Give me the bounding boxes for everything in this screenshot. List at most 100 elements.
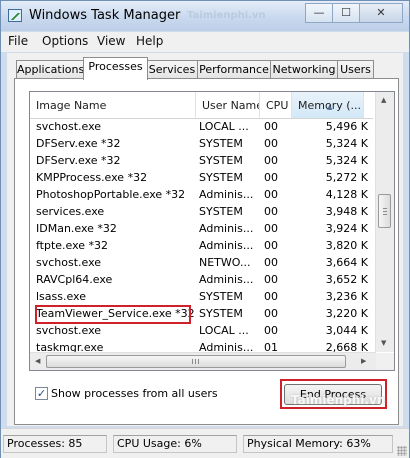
cell-user-name: LOCAL ... [199,324,249,337]
watermark: Taimienphi.vn [291,393,386,407]
cell-memory: 3,924 K [325,222,368,235]
menu-bar: File Options View Help [1,32,409,52]
cell-memory: 3,220 K [325,307,368,320]
table-row[interactable]: svchost.exe LOCAL ... 00 5,496 K [30,119,373,136]
cell-user-name: LOCAL ... [199,120,249,133]
table-row[interactable]: lsass.exe SYSTEM 00 3,236 K [30,289,373,306]
process-list-header: Image Name User Name CPU ▲ Memory (... [30,92,373,119]
scroll-up-arrow-icon[interactable]: ▲ [381,96,386,104]
show-all-users-checkbox[interactable]: ✓ [35,387,48,400]
cell-image-name: DFServ.exe *32 [36,137,121,150]
table-row[interactable]: DFServ.exe *32 SYSTEM 00 5,324 K [30,136,373,153]
cell-image-name: RAVCpl64.exe [36,273,113,286]
cell-memory: 3,820 K [325,239,368,252]
cell-user-name: SYSTEM [199,290,243,303]
cell-cpu: 00 [264,171,278,184]
cell-user-name: SYSTEM [199,307,243,320]
process-list[interactable]: Image Name User Name CPU ▲ Memory (... s… [29,91,395,371]
cell-image-name: IDMan.exe *32 [36,222,117,235]
cell-cpu: 00 [264,137,278,150]
cell-memory: 3,664 K [325,256,368,269]
scroll-down-arrow-icon[interactable]: ▼ [381,339,386,347]
status-bar: Processes: 85 CPU Usage: 6% Physical Mem… [1,428,409,458]
horizontal-scroll-thumb[interactable] [46,355,346,368]
cell-memory: 4,128 K [325,188,368,201]
horizontal-scrollbar[interactable]: ◀ ▶ [30,352,376,370]
tab-networking[interactable]: Networking [270,60,338,79]
cell-memory: 3,044 K [325,324,368,337]
cell-user-name: SYSTEM [199,171,243,184]
resize-grip-icon[interactable] [397,446,407,456]
status-physical-memory: Physical Memory: 63% [243,435,393,453]
task-manager-window: Windows Task Manager Taimienphi.vn — ☐ ✕… [0,0,410,458]
cell-cpu: 00 [264,222,278,235]
maximize-button[interactable]: ☐ [332,3,360,23]
cell-cpu: 00 [264,256,278,269]
cell-image-name: PhotoshopPortable.exe *32 [36,188,186,201]
tab-services[interactable]: Services [146,60,198,79]
tab-applications[interactable]: Applications [16,60,84,79]
table-row[interactable]: PhotoshopPortable.exe *32 Adminis... 00 4,1… [30,187,373,204]
cell-user-name: NETWO... [199,256,251,269]
cell-image-name: svchost.exe [36,120,102,133]
column-cpu[interactable]: CPU [260,92,292,118]
cell-user-name: SYSTEM [199,137,243,150]
table-row[interactable]: svchost.exe NETWO... 00 3,664 K [30,255,373,272]
tab-processes[interactable]: Processes [83,57,148,80]
menu-help[interactable]: Help [136,34,163,48]
menu-options[interactable]: Options [42,34,88,48]
tab-performance[interactable]: Performance [197,60,271,79]
cell-memory: 3,948 K [325,205,368,218]
scroll-corner [376,353,394,370]
title-bar[interactable]: Windows Task Manager Taimienphi.vn — ☐ ✕ [1,1,409,31]
cell-user-name: Adminis... [199,222,254,235]
cell-cpu: 00 [264,324,278,337]
highlight-box-teamviewer [35,305,191,324]
cell-image-name: ftpte.exe *32 [36,239,109,252]
cell-cpu: 00 [264,154,278,167]
cell-memory: 3,236 K [325,290,368,303]
table-row[interactable]: DFServ.exe *32 SYSTEM 00 5,324 K [30,153,373,170]
column-image-name[interactable]: Image Name [30,92,196,118]
table-row[interactable]: KMPProcess.exe *32 SYSTEM 00 5,272 K [30,170,373,187]
table-row[interactable]: svchost.exe LOCAL ... 00 3,044 K [30,323,373,340]
cell-cpu: 00 [264,120,278,133]
window-title: Windows Task Manager [29,8,181,23]
column-memory[interactable]: ▲ Memory (... [292,92,364,118]
task-manager-icon [8,9,22,22]
cell-memory: 3,652 K [325,273,368,286]
cell-image-name: services.exe [36,205,105,218]
cell-image-name: DFServ.exe *32 [36,154,121,167]
column-user-name[interactable]: User Name [196,92,260,118]
table-row[interactable]: IDMan.exe *32 Adminis... 00 3,924 K [30,221,373,238]
cell-memory: 5,324 K [325,137,368,150]
cell-cpu: 00 [264,188,278,201]
vertical-scroll-thumb[interactable] [378,194,391,228]
watermark-top: Taimienphi.vn [187,10,266,21]
show-all-users-label[interactable]: Show processes from all users [51,387,218,400]
cell-cpu: 00 [264,307,278,320]
table-row[interactable]: RAVCpl64.exe Adminis... 00 3,652 K [30,272,373,289]
minimize-button[interactable]: — [305,3,333,23]
menu-file[interactable]: File [8,34,28,48]
table-row[interactable]: ftpte.exe *32 Adminis... 00 3,820 K [30,238,373,255]
status-processes: Processes: 85 [3,435,107,453]
menu-view[interactable]: View [97,34,125,48]
cell-image-name: svchost.exe [36,256,102,269]
cell-cpu: 00 [264,273,278,286]
scroll-left-arrow-icon[interactable]: ◀ [35,357,40,365]
sort-arrow-icon: ▲ [327,103,333,111]
cell-memory: 5,324 K [325,154,368,167]
cell-cpu: 00 [264,205,278,218]
cell-cpu: 00 [264,239,278,252]
vertical-scrollbar[interactable]: ▲ ▼ [375,92,394,352]
cell-image-name: lsass.exe [36,290,86,303]
close-button[interactable]: ✕ [359,3,403,23]
cell-user-name: SYSTEM [199,205,243,218]
table-row[interactable]: services.exe SYSTEM 00 3,948 K [30,204,373,221]
cell-image-name: KMPProcess.exe *32 [36,171,148,184]
cell-user-name: Adminis... [199,188,254,201]
scroll-right-arrow-icon[interactable]: ▶ [361,357,366,365]
tab-users[interactable]: Users [337,60,374,79]
status-cpu-usage: CPU Usage: 6% [113,435,237,453]
